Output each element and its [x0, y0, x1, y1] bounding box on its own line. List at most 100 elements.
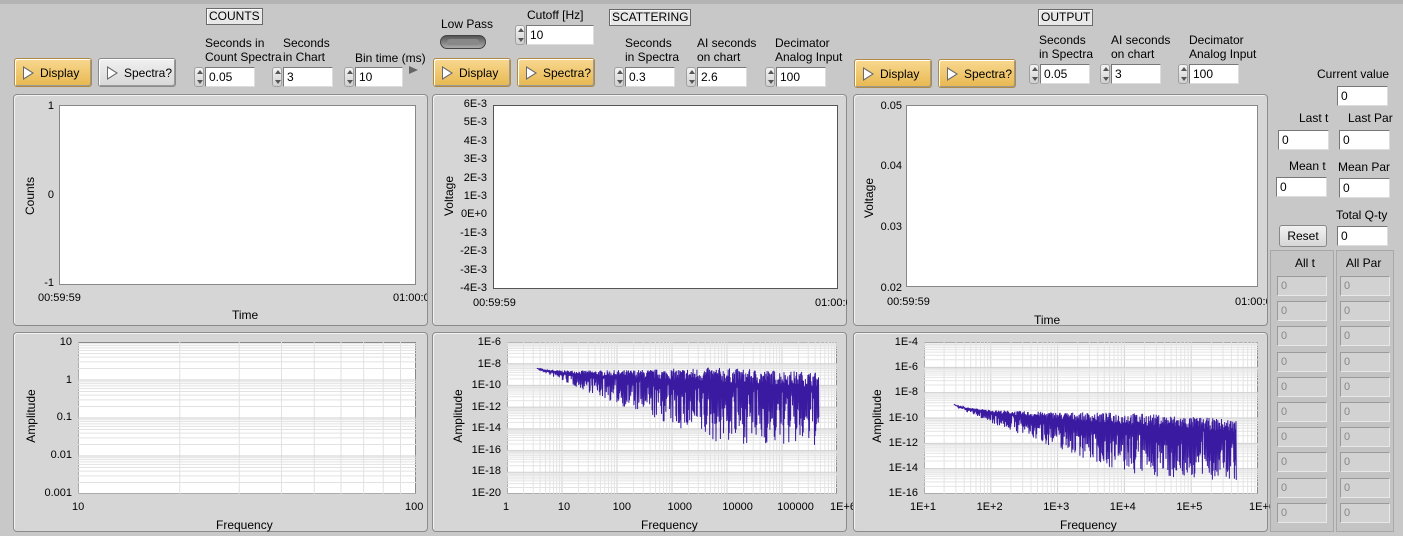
scattering-decimator-field[interactable]: 100 — [776, 67, 826, 87]
scattering-ytick: 3E-3 — [463, 153, 487, 166]
scattering-chart-panel: Voltage 00:59:59 01:00:0 6E-35E-34E-33E-… — [432, 94, 847, 326]
current-value-field: 0 — [1337, 86, 1388, 106]
cutoff-label: Cutoff [Hz] — [527, 8, 584, 22]
scattering-display-label: Display — [459, 65, 499, 80]
counts-xtick: 01:00:0 — [393, 292, 427, 304]
output-chart-plot[interactable] — [906, 105, 1258, 287]
all-t-cell: 0 — [1277, 402, 1327, 422]
counts-spectra-label: Spectra? — [124, 65, 173, 80]
scattering-spec-xtick: 10 — [557, 501, 571, 513]
output-decimator-field[interactable]: 100 — [1189, 64, 1239, 84]
scattering-decimator-control[interactable]: 100 — [765, 67, 826, 87]
output-sec-spectra-control[interactable]: 0.05 — [1029, 64, 1090, 84]
counts-spectrum-plot[interactable] — [78, 342, 416, 494]
all-par-cell: 0 — [1340, 276, 1390, 296]
bin-time-control[interactable]: 10 — [344, 67, 403, 87]
output-sec-spectra-field[interactable]: 0.05 — [1040, 64, 1090, 84]
counts-sec-chart-field[interactable]: 3 — [283, 67, 333, 87]
last-par-label: Last Par — [1348, 111, 1393, 125]
output-spec-ytick: 1E-8 — [894, 386, 918, 399]
all-t-cell: 0 — [1277, 351, 1327, 372]
scattering-sec-spectra-control[interactable]: 0.3 — [614, 67, 675, 87]
scattering-spectra-label: Spectra? — [543, 65, 592, 80]
output-sec-spectra-label: Seconds in Spectra — [1039, 33, 1094, 61]
mean-t-label: Mean t — [1289, 159, 1326, 173]
spinner-icon[interactable] — [272, 67, 282, 87]
output-spec-ytick: 1E-14 — [888, 461, 918, 474]
spinner-icon[interactable] — [194, 67, 204, 87]
mean-par-label: Mean Par — [1338, 160, 1391, 174]
reset-button[interactable]: Reset — [1279, 225, 1327, 247]
output-spec-ytick: 1E-6 — [894, 361, 918, 374]
scattering-spec-ytick: 1E-14 — [471, 422, 501, 435]
counts-spec-ytick: 0.001 — [44, 487, 72, 499]
scattering-spectrum-ylabel: Amplitude — [451, 389, 465, 443]
scattering-spec-ytick: 1E-18 — [471, 465, 501, 478]
scattering-spectra-toggle[interactable]: Spectra? — [517, 58, 595, 87]
mean-t-field: 0 — [1276, 177, 1327, 197]
output-ai-sec-control[interactable]: 3 — [1100, 64, 1161, 84]
scattering-xtick: 01:00:0 — [815, 297, 847, 309]
output-ytick: 0.05 — [880, 100, 902, 112]
all-par-cell: 0 — [1340, 502, 1390, 523]
low-pass-label: Low Pass — [441, 17, 494, 31]
output-display-button[interactable]: Display — [854, 59, 932, 88]
spinner-icon[interactable] — [614, 67, 624, 87]
counts-spec-xtick: 10 — [72, 501, 85, 513]
scattering-display-button[interactable]: Display — [433, 58, 511, 87]
output-spectra-toggle[interactable]: Spectra? — [938, 59, 1016, 88]
spinner-icon[interactable] — [1100, 64, 1110, 84]
scattering-ytick: 4E-3 — [463, 134, 487, 147]
counts-spectrum-panel: Amplitude 10 1 0.1 0.01 0.001 10 100 Fre… — [13, 332, 428, 532]
spinner-icon[interactable] — [344, 67, 354, 87]
output-spectrum-plot[interactable] — [924, 342, 1258, 494]
counts-sec-spectra-field[interactable]: 0.05 — [205, 67, 255, 87]
scattering-ytick: -4E-3 — [460, 282, 487, 294]
output-ai-sec-field[interactable]: 3 — [1111, 64, 1161, 84]
counts-sec-chart-control[interactable]: 3 — [272, 67, 333, 87]
spinner-icon[interactable] — [1178, 64, 1188, 84]
output-display-label: Display — [880, 66, 920, 81]
output-xtick: 00:59:59 — [887, 296, 930, 308]
output-ytick: 0.03 — [880, 221, 902, 233]
scattering-ai-sec-control[interactable]: 2.6 — [686, 67, 747, 87]
all-par-cell: 0 — [1340, 326, 1390, 347]
all-par-cell: 0 — [1340, 301, 1390, 322]
scattering-sec-spectra-field[interactable]: 0.3 — [625, 67, 675, 87]
scattering-ai-sec-field[interactable]: 2.6 — [697, 67, 747, 87]
output-decimator-control[interactable]: 100 — [1178, 64, 1239, 84]
spinner-icon[interactable] — [765, 67, 775, 87]
spinner-icon[interactable] — [1029, 64, 1039, 84]
output-spec-ytick: 1E-16 — [888, 487, 918, 499]
counts-sec-spectra-control[interactable]: 0.05 — [194, 67, 255, 87]
spinner-icon[interactable] — [686, 67, 696, 87]
counts-spectra-toggle[interactable]: Spectra? — [98, 58, 176, 87]
all-t-label: All t — [1295, 256, 1316, 270]
output-ytick: 0.04 — [880, 160, 902, 172]
counts-display-button[interactable]: Display — [14, 58, 92, 87]
scattering-section-title: SCATTERING — [609, 9, 692, 26]
scattering-spectrum-xlabel: Frequency — [641, 518, 698, 532]
counts-chart-xlabel: Time — [232, 308, 259, 322]
scattering-chart-plot[interactable] — [493, 105, 838, 289]
all-t-cell: 0 — [1277, 326, 1327, 347]
cutoff-control[interactable]: 10 — [515, 25, 594, 45]
scattering-spectrum-plot[interactable] — [507, 342, 837, 494]
scattering-spec-ytick: 1E-20 — [471, 487, 501, 499]
all-par-cell: 0 — [1340, 427, 1390, 448]
cutoff-field[interactable]: 10 — [526, 25, 594, 45]
output-ai-sec-label: AI seconds on chart — [1111, 33, 1171, 61]
low-pass-toggle[interactable] — [440, 35, 486, 49]
spinner-icon[interactable] — [515, 25, 525, 45]
last-t-field: 0 — [1278, 130, 1329, 150]
bin-time-field[interactable]: 10 — [355, 67, 403, 87]
scattering-spec-xtick: 1000 — [667, 501, 692, 513]
output-spec-ytick: 1E-4 — [894, 336, 918, 348]
bin-time-arrow-icon — [409, 66, 418, 74]
counts-chart-plot[interactable] — [59, 105, 416, 285]
scattering-spec-ytick: 1E-6 — [477, 336, 501, 348]
counts-xtick: 00:59:59 — [38, 292, 81, 304]
last-par-field: 0 — [1339, 130, 1390, 150]
output-section-title: OUTPUT — [1038, 9, 1094, 26]
scattering-ytick: -1E-3 — [460, 226, 487, 239]
